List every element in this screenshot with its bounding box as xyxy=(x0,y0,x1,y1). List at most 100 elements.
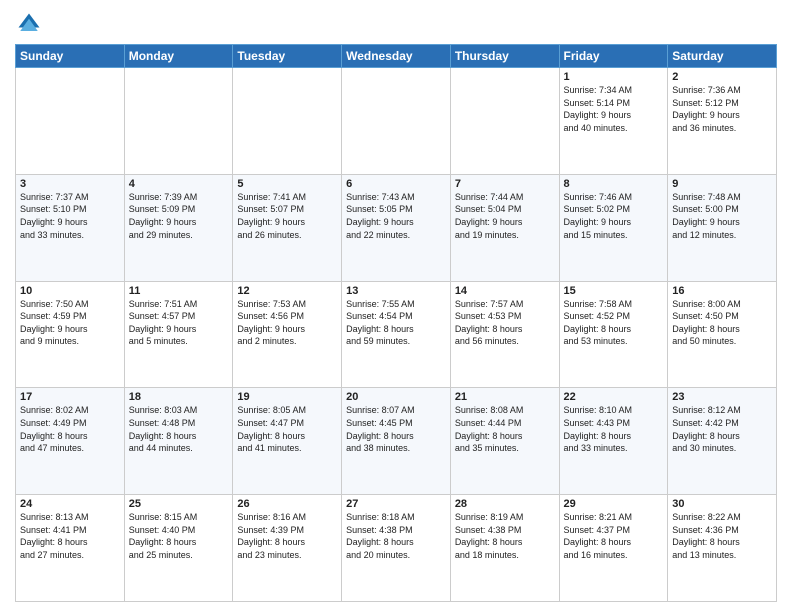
day-number: 22 xyxy=(564,391,664,403)
day-info: Sunrise: 7:41 AM Sunset: 5:07 PM Dayligh… xyxy=(237,191,337,241)
day-cell-2: 2Sunrise: 7:36 AM Sunset: 5:12 PM Daylig… xyxy=(668,68,777,175)
day-info: Sunrise: 8:08 AM Sunset: 4:44 PM Dayligh… xyxy=(455,404,555,454)
day-info: Sunrise: 8:19 AM Sunset: 4:38 PM Dayligh… xyxy=(455,511,555,561)
empty-cell xyxy=(124,68,233,175)
day-cell-21: 21Sunrise: 8:08 AM Sunset: 4:44 PM Dayli… xyxy=(450,388,559,495)
week-row-1: 3Sunrise: 7:37 AM Sunset: 5:10 PM Daylig… xyxy=(16,174,777,281)
day-number: 2 xyxy=(672,71,772,83)
day-number: 12 xyxy=(237,285,337,297)
day-cell-20: 20Sunrise: 8:07 AM Sunset: 4:45 PM Dayli… xyxy=(342,388,451,495)
day-cell-10: 10Sunrise: 7:50 AM Sunset: 4:59 PM Dayli… xyxy=(16,281,125,388)
empty-cell xyxy=(450,68,559,175)
day-number: 27 xyxy=(346,498,446,510)
day-info: Sunrise: 7:36 AM Sunset: 5:12 PM Dayligh… xyxy=(672,84,772,134)
day-info: Sunrise: 8:03 AM Sunset: 4:48 PM Dayligh… xyxy=(129,404,229,454)
day-number: 21 xyxy=(455,391,555,403)
day-info: Sunrise: 8:13 AM Sunset: 4:41 PM Dayligh… xyxy=(20,511,120,561)
header xyxy=(15,10,777,38)
day-number: 8 xyxy=(564,178,664,190)
day-cell-4: 4Sunrise: 7:39 AM Sunset: 5:09 PM Daylig… xyxy=(124,174,233,281)
calendar: SundayMondayTuesdayWednesdayThursdayFrid… xyxy=(15,44,777,602)
day-number: 20 xyxy=(346,391,446,403)
day-cell-15: 15Sunrise: 7:58 AM Sunset: 4:52 PM Dayli… xyxy=(559,281,668,388)
day-info: Sunrise: 8:10 AM Sunset: 4:43 PM Dayligh… xyxy=(564,404,664,454)
day-cell-23: 23Sunrise: 8:12 AM Sunset: 4:42 PM Dayli… xyxy=(668,388,777,495)
day-number: 11 xyxy=(129,285,229,297)
day-info: Sunrise: 8:15 AM Sunset: 4:40 PM Dayligh… xyxy=(129,511,229,561)
day-info: Sunrise: 7:55 AM Sunset: 4:54 PM Dayligh… xyxy=(346,298,446,348)
day-cell-8: 8Sunrise: 7:46 AM Sunset: 5:02 PM Daylig… xyxy=(559,174,668,281)
day-number: 9 xyxy=(672,178,772,190)
weekday-header-row: SundayMondayTuesdayWednesdayThursdayFrid… xyxy=(16,45,777,68)
weekday-header-sunday: Sunday xyxy=(16,45,125,68)
day-cell-17: 17Sunrise: 8:02 AM Sunset: 4:49 PM Dayli… xyxy=(16,388,125,495)
day-cell-18: 18Sunrise: 8:03 AM Sunset: 4:48 PM Dayli… xyxy=(124,388,233,495)
day-info: Sunrise: 8:00 AM Sunset: 4:50 PM Dayligh… xyxy=(672,298,772,348)
day-info: Sunrise: 7:44 AM Sunset: 5:04 PM Dayligh… xyxy=(455,191,555,241)
week-row-0: 1Sunrise: 7:34 AM Sunset: 5:14 PM Daylig… xyxy=(16,68,777,175)
page: SundayMondayTuesdayWednesdayThursdayFrid… xyxy=(0,0,792,612)
day-number: 10 xyxy=(20,285,120,297)
day-number: 15 xyxy=(564,285,664,297)
day-info: Sunrise: 8:18 AM Sunset: 4:38 PM Dayligh… xyxy=(346,511,446,561)
weekday-header-tuesday: Tuesday xyxy=(233,45,342,68)
logo xyxy=(15,10,47,38)
day-number: 1 xyxy=(564,71,664,83)
day-number: 14 xyxy=(455,285,555,297)
day-info: Sunrise: 7:43 AM Sunset: 5:05 PM Dayligh… xyxy=(346,191,446,241)
day-info: Sunrise: 7:58 AM Sunset: 4:52 PM Dayligh… xyxy=(564,298,664,348)
day-info: Sunrise: 7:34 AM Sunset: 5:14 PM Dayligh… xyxy=(564,84,664,134)
day-number: 17 xyxy=(20,391,120,403)
day-cell-27: 27Sunrise: 8:18 AM Sunset: 4:38 PM Dayli… xyxy=(342,495,451,602)
day-info: Sunrise: 7:57 AM Sunset: 4:53 PM Dayligh… xyxy=(455,298,555,348)
day-cell-7: 7Sunrise: 7:44 AM Sunset: 5:04 PM Daylig… xyxy=(450,174,559,281)
day-number: 6 xyxy=(346,178,446,190)
day-cell-13: 13Sunrise: 7:55 AM Sunset: 4:54 PM Dayli… xyxy=(342,281,451,388)
weekday-header-friday: Friday xyxy=(559,45,668,68)
day-cell-28: 28Sunrise: 8:19 AM Sunset: 4:38 PM Dayli… xyxy=(450,495,559,602)
logo-icon xyxy=(15,10,43,38)
day-number: 25 xyxy=(129,498,229,510)
weekday-header-monday: Monday xyxy=(124,45,233,68)
day-cell-19: 19Sunrise: 8:05 AM Sunset: 4:47 PM Dayli… xyxy=(233,388,342,495)
day-number: 28 xyxy=(455,498,555,510)
day-cell-24: 24Sunrise: 8:13 AM Sunset: 4:41 PM Dayli… xyxy=(16,495,125,602)
day-cell-11: 11Sunrise: 7:51 AM Sunset: 4:57 PM Dayli… xyxy=(124,281,233,388)
day-info: Sunrise: 8:05 AM Sunset: 4:47 PM Dayligh… xyxy=(237,404,337,454)
day-number: 5 xyxy=(237,178,337,190)
day-number: 19 xyxy=(237,391,337,403)
day-number: 13 xyxy=(346,285,446,297)
day-number: 4 xyxy=(129,178,229,190)
day-number: 18 xyxy=(129,391,229,403)
day-cell-9: 9Sunrise: 7:48 AM Sunset: 5:00 PM Daylig… xyxy=(668,174,777,281)
day-info: Sunrise: 7:39 AM Sunset: 5:09 PM Dayligh… xyxy=(129,191,229,241)
day-cell-1: 1Sunrise: 7:34 AM Sunset: 5:14 PM Daylig… xyxy=(559,68,668,175)
day-info: Sunrise: 7:37 AM Sunset: 5:10 PM Dayligh… xyxy=(20,191,120,241)
weekday-header-wednesday: Wednesday xyxy=(342,45,451,68)
week-row-4: 24Sunrise: 8:13 AM Sunset: 4:41 PM Dayli… xyxy=(16,495,777,602)
week-row-2: 10Sunrise: 7:50 AM Sunset: 4:59 PM Dayli… xyxy=(16,281,777,388)
day-number: 7 xyxy=(455,178,555,190)
day-number: 30 xyxy=(672,498,772,510)
day-cell-30: 30Sunrise: 8:22 AM Sunset: 4:36 PM Dayli… xyxy=(668,495,777,602)
day-number: 26 xyxy=(237,498,337,510)
day-info: Sunrise: 7:48 AM Sunset: 5:00 PM Dayligh… xyxy=(672,191,772,241)
day-info: Sunrise: 8:07 AM Sunset: 4:45 PM Dayligh… xyxy=(346,404,446,454)
empty-cell xyxy=(342,68,451,175)
day-cell-29: 29Sunrise: 8:21 AM Sunset: 4:37 PM Dayli… xyxy=(559,495,668,602)
day-number: 24 xyxy=(20,498,120,510)
day-cell-22: 22Sunrise: 8:10 AM Sunset: 4:43 PM Dayli… xyxy=(559,388,668,495)
day-cell-26: 26Sunrise: 8:16 AM Sunset: 4:39 PM Dayli… xyxy=(233,495,342,602)
week-row-3: 17Sunrise: 8:02 AM Sunset: 4:49 PM Dayli… xyxy=(16,388,777,495)
empty-cell xyxy=(16,68,125,175)
day-info: Sunrise: 8:16 AM Sunset: 4:39 PM Dayligh… xyxy=(237,511,337,561)
day-cell-14: 14Sunrise: 7:57 AM Sunset: 4:53 PM Dayli… xyxy=(450,281,559,388)
day-cell-5: 5Sunrise: 7:41 AM Sunset: 5:07 PM Daylig… xyxy=(233,174,342,281)
day-info: Sunrise: 8:22 AM Sunset: 4:36 PM Dayligh… xyxy=(672,511,772,561)
weekday-header-thursday: Thursday xyxy=(450,45,559,68)
day-number: 29 xyxy=(564,498,664,510)
day-info: Sunrise: 7:53 AM Sunset: 4:56 PM Dayligh… xyxy=(237,298,337,348)
day-cell-6: 6Sunrise: 7:43 AM Sunset: 5:05 PM Daylig… xyxy=(342,174,451,281)
day-info: Sunrise: 7:46 AM Sunset: 5:02 PM Dayligh… xyxy=(564,191,664,241)
day-number: 16 xyxy=(672,285,772,297)
